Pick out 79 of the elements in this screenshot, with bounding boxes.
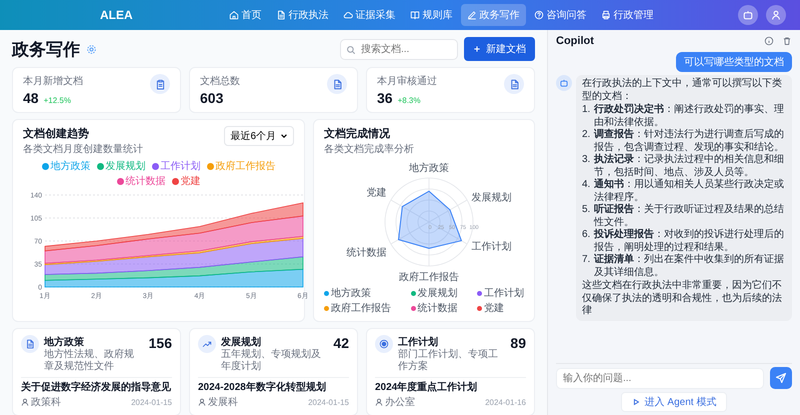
stat-label: 文档总数 [200, 74, 241, 88]
nav-tab[interactable]: 行政管理 [594, 4, 660, 26]
stat-value: 36 [377, 90, 393, 106]
document-date: 2024-01-15 [131, 398, 172, 406]
legend-label[interactable]: 工作计划 [160, 159, 200, 173]
department-label: 办公室 [385, 396, 415, 409]
legend-label[interactable]: 统计数据 [126, 174, 166, 188]
legend-label[interactable]: 工作计划 [484, 286, 524, 300]
legend-label[interactable]: 政府工作报告 [331, 301, 391, 315]
legend-label[interactable]: 地方政策 [331, 286, 371, 300]
list-number: 1. [582, 104, 592, 117]
list-number: 6. [582, 229, 592, 242]
list-number: 2. [582, 129, 592, 142]
nav-tab[interactable]: 行政执法 [270, 4, 335, 26]
stat-value: 603 [200, 90, 224, 106]
question-input[interactable]: 输入你的问题... [556, 368, 764, 388]
search-field[interactable]: 搜索文档... [340, 38, 458, 60]
list-item: 听证报告：关于行政听证过程及结果的总结性文件。 [594, 204, 785, 228]
radar-axis-label: 工作计划 [471, 242, 512, 252]
legend-label[interactable]: 统计数据 [418, 301, 458, 315]
list-number: 5. [582, 204, 592, 217]
document-count: 156 [148, 335, 172, 351]
nav-tab[interactable]: 规则库 [404, 4, 459, 26]
document-title[interactable]: 2024年度重点工作计划 [375, 382, 526, 394]
department-label: 发展科 [208, 396, 238, 409]
user-message: 可以写哪些类型的文档 [676, 52, 792, 72]
nav-tab[interactable]: 证据采集 [336, 4, 402, 26]
document-count: 42 [333, 335, 349, 351]
category-description: 五年规划、专项规划及年度计划 [221, 349, 322, 373]
document-date: 2024-01-16 [485, 398, 526, 406]
legend-label[interactable]: 党建 [180, 174, 200, 188]
stat-label: 本月审核通过 [377, 74, 438, 88]
agent-mode-button[interactable]: 进入 Agent 模式 [620, 392, 728, 412]
stat-value: 48 [23, 90, 39, 106]
app-logo[interactable]: ALEA [100, 8, 133, 22]
list-item: 行政处罚决定书：阐述行政处罚的事实、理由和法律依据。 [594, 104, 785, 128]
radar-axis-label: 统计数据 [346, 248, 387, 258]
nav-tab[interactable]: 首页 [222, 4, 268, 26]
stat-label: 本月新增文档 [23, 74, 84, 88]
legend-label[interactable]: 党建 [484, 301, 504, 315]
period-dropdown[interactable]: 最近6个月 [224, 126, 294, 146]
message-paragraph: 在行政执法的上下文中，通常可以撰写以下类型的文档： [582, 78, 783, 103]
radar-axis-label: 党建 [366, 188, 387, 198]
document-title[interactable]: 2024-2028年数字化转型规划 [198, 382, 349, 394]
chart-title: 文档完成情况 [324, 126, 391, 141]
list-item: 调查报告：针对违法行为进行调查后写成的报告，包含调查过程、发现的事实和结论。 [594, 129, 785, 154]
nav-tab[interactable]: 咨询问答 [528, 4, 593, 26]
legend-label[interactable]: 发展规划 [106, 159, 146, 173]
list-number: 3. [582, 154, 592, 167]
radar-axis-label: 地方政策 [409, 163, 449, 174]
chart-subtitle: 各类文档月度创建数量统计 [23, 142, 144, 156]
document-date: 2024-01-15 [308, 398, 349, 406]
page-title: 政务写作 [12, 38, 80, 60]
list-item: 执法记录：记录执法过程中的相关信息和细节，包括时间、地点、涉及人员等。 [594, 154, 785, 178]
legend-label[interactable]: 发展规划 [418, 286, 458, 300]
list-item: 通知书：用以通知相关人员某些行政决定或法律程序。 [594, 179, 785, 204]
panel-title: Copilot [556, 35, 595, 47]
document-title[interactable]: 关于促进数字经济发展的指导意见 [21, 382, 172, 394]
category-title: 地方政策 [44, 335, 85, 348]
change-percentage: +12.5% [44, 96, 71, 105]
list-number: 7. [582, 254, 592, 267]
category-description: 部门工作计划、专项工作方案 [398, 349, 499, 373]
department-label: 政策科 [31, 396, 61, 409]
chart-subtitle: 各类文档完成率分析 [324, 142, 415, 156]
list-number: 4. [582, 179, 592, 192]
category-title: 发展规划 [221, 336, 262, 348]
chart-title: 文档创建趋势 [23, 126, 90, 141]
document-count: 89 [510, 335, 526, 351]
legend-label[interactable]: 地方政策 [50, 159, 90, 173]
list-item: 证据清单：列出在案件中收集到的所有证据及其详细信息。 [594, 254, 785, 279]
list-item: 投诉处理报告：对收到的投诉进行处理后的报告，阐明处理的过程和结果。 [594, 229, 785, 254]
category-description: 地方性法规、政府规章及规范性文件 [44, 349, 135, 373]
radar-axis-label: 政府工作报告 [399, 272, 459, 283]
message-paragraph: 这些文档在行政执法中非常重要，因为它们不仅确保了执法的透明和合规性，也为后续的法律 [582, 280, 783, 318]
nav-tab[interactable]: 政务写作 [460, 4, 526, 26]
radar-axis-label: 发展规划 [471, 192, 512, 204]
change-percentage: +8.3% [398, 96, 420, 105]
category-title: 工作计划 [398, 336, 439, 348]
new-document-button[interactable]: 新建文档 [464, 37, 535, 61]
